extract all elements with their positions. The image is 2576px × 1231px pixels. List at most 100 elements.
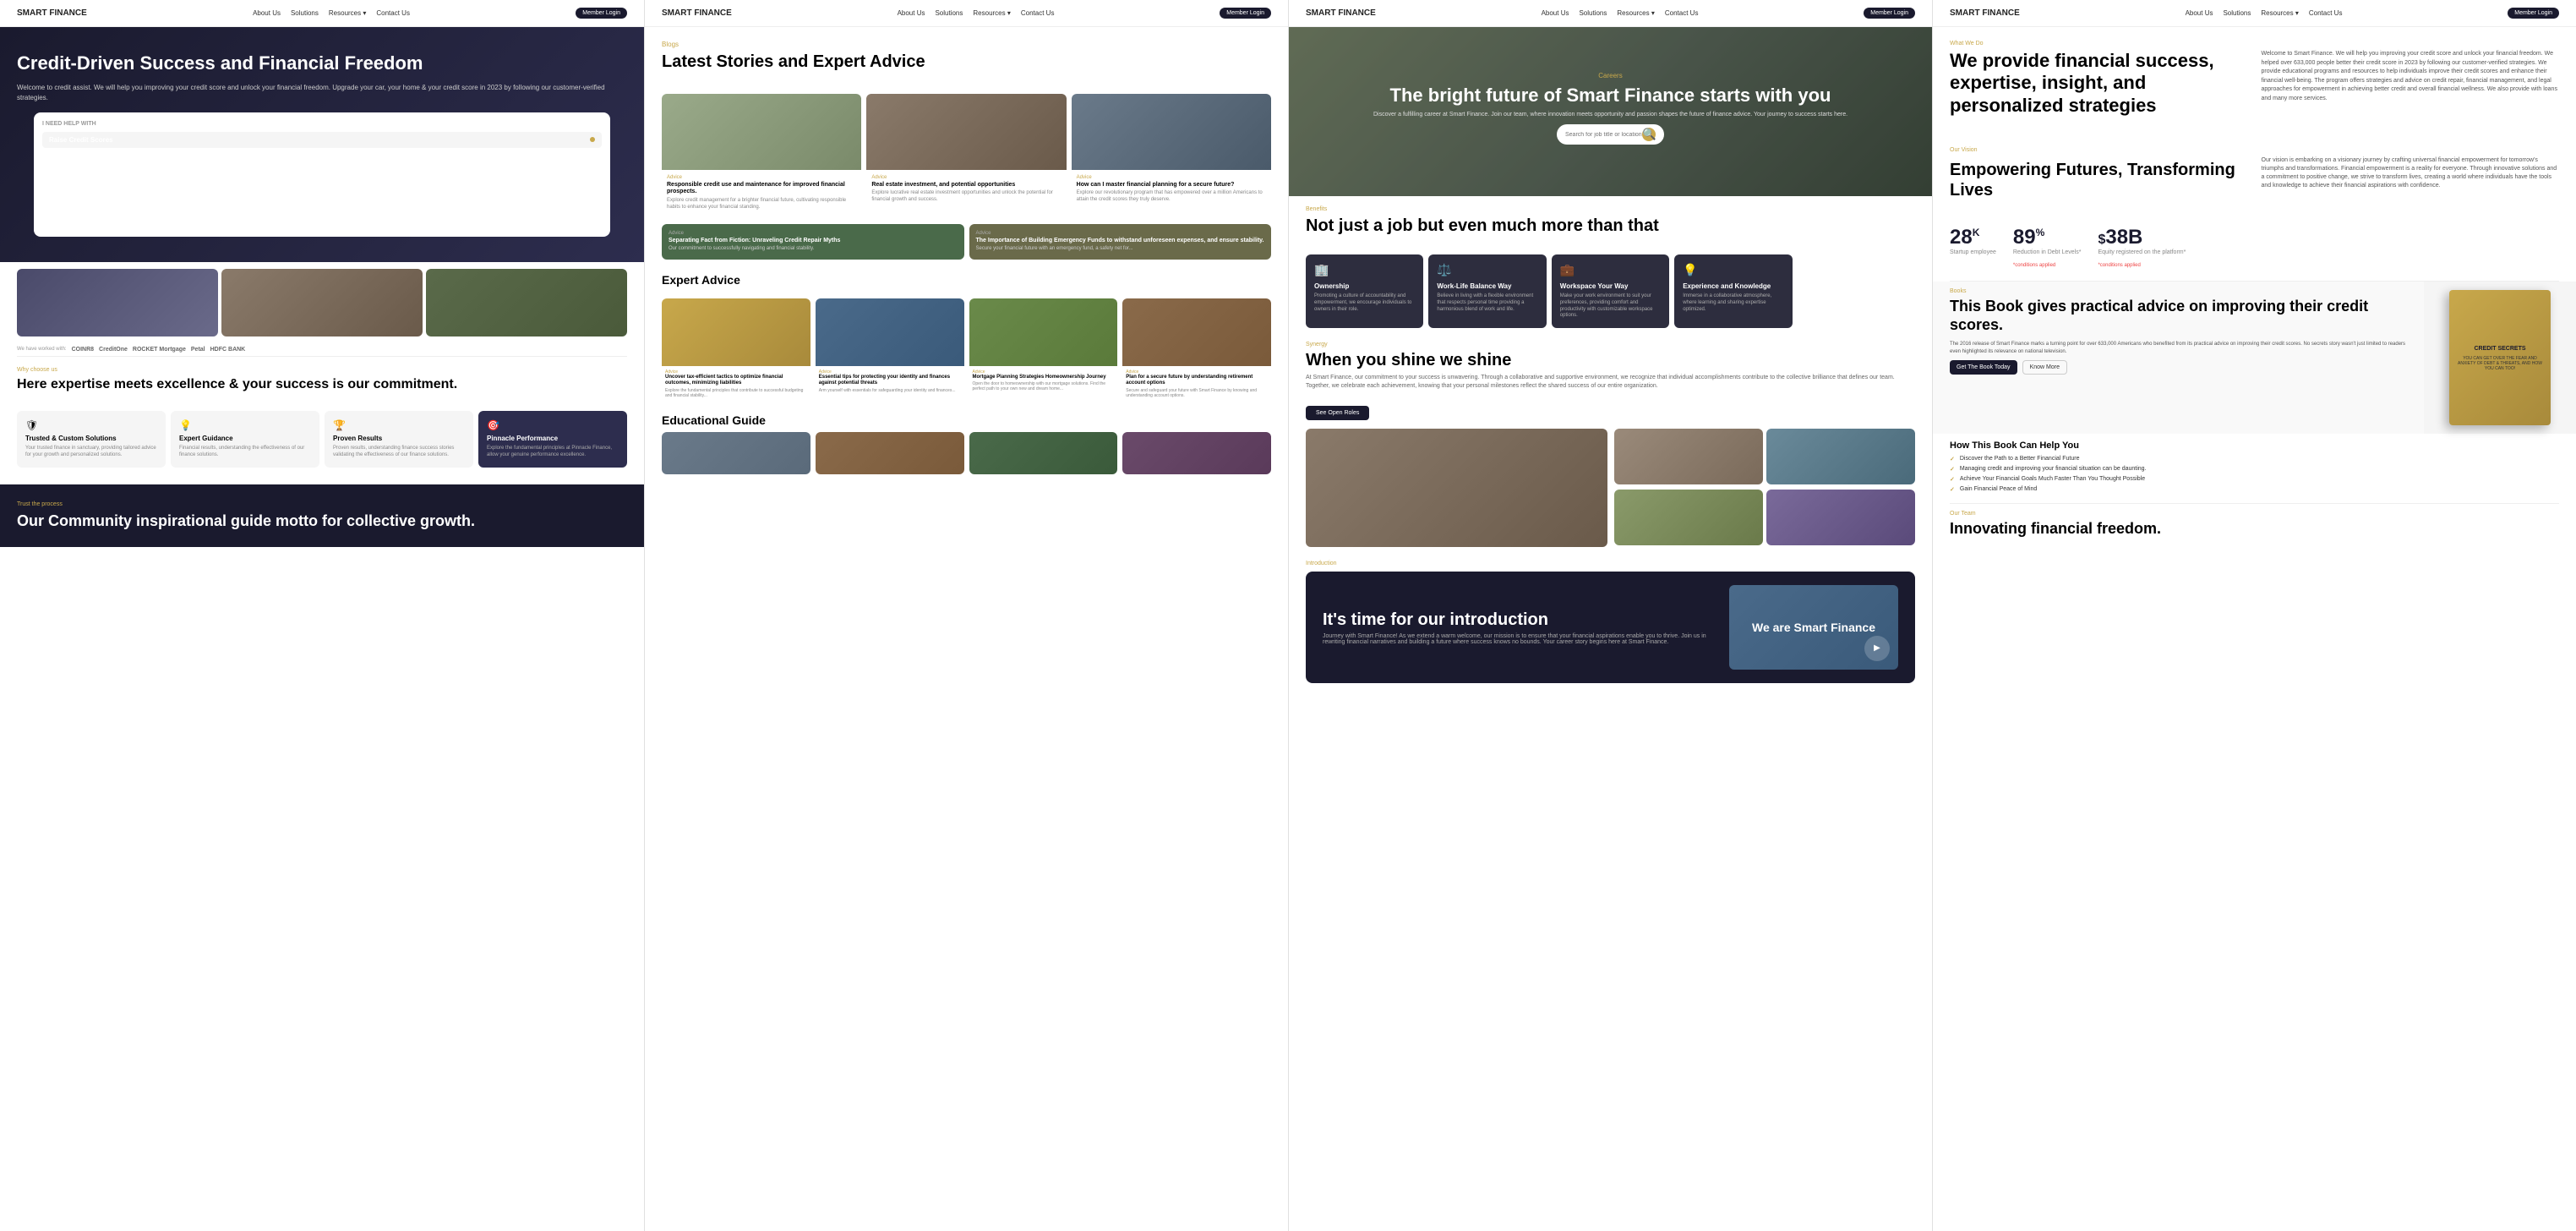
nav-contact-2[interactable]: Contact Us (1021, 9, 1055, 17)
worked-with-label: We have worked with: (17, 347, 67, 352)
synergy-tag: Synergy (1306, 342, 1915, 347)
p3-hero-overlay: Careers The bright future of Smart Finan… (1289, 27, 1932, 196)
menu-raise-credit[interactable]: Raise Credit Scores (42, 132, 602, 148)
intro-tag: Introduction (1306, 561, 1915, 566)
logo-3: SMART FINANCE (1306, 8, 1376, 18)
nav-resources-2[interactable]: Resources ▾ (973, 9, 1010, 17)
stat-equity-note: *conditions applied (2098, 263, 2140, 268)
job-search-input[interactable] (1565, 132, 1642, 138)
exp-desc-2: Arm yourself with essentials for safegua… (819, 388, 961, 393)
person-img-2 (221, 269, 423, 336)
book-cover-content: CREDIT SECRETS YOU CAN GET OVER THE FEAR… (2449, 338, 2551, 378)
nav-about-3[interactable]: About Us (1542, 9, 1569, 17)
what-we-do-content: We provide financial success, expertise,… (1950, 50, 2559, 123)
help-item-text-4: Gain Financial Peace of Mind (1960, 486, 2037, 492)
nav-contact-4[interactable]: Contact Us (2309, 9, 2343, 17)
blog-img-1 (662, 94, 861, 170)
nav-resources-1[interactable]: Resources ▾ (329, 9, 366, 17)
blog-desc-2: Explore lucrative real estate investment… (871, 190, 1061, 204)
nav-solutions-2[interactable]: Solutions (935, 9, 963, 17)
stat-employees-value: 28K (1950, 226, 1996, 249)
blog-img-2 (866, 94, 1066, 170)
synergy-title: When you shine we shine (1306, 351, 1915, 370)
menu-personal-loan[interactable]: Personal Loan (42, 212, 602, 228)
member-login-btn-4[interactable]: Member Login (2508, 8, 2559, 19)
nav-about-1[interactable]: About Us (253, 9, 281, 17)
books-title: This Book gives practical advice on impr… (1950, 298, 2407, 334)
nav-contact-3[interactable]: Contact Us (1665, 9, 1699, 17)
shield-icon: 🛡 (25, 419, 157, 431)
nav-solutions-4[interactable]: Solutions (2223, 9, 2251, 17)
card-desc-pinnacle: Explore the fundamental principles at Pi… (487, 446, 619, 459)
books-desc: The 2016 release of Smart Finance marks … (1950, 341, 2407, 355)
vision-title: Empowering Futures, Transforming Lives (1950, 160, 2248, 200)
exp-title-2: Essential tips for protecting your ident… (819, 375, 961, 386)
vision-content: Empowering Futures, Transforming Lives O… (1950, 156, 2559, 205)
synergy-content (1289, 429, 1932, 555)
menu-business-loan[interactable]: Business Loan (42, 196, 602, 212)
benefit-desc-2: Believe in living with a flexible enviro… (1437, 293, 1537, 313)
intro-desc: Journey with Smart Finance! As we extend… (1323, 633, 1721, 645)
community-title: Our Community inspirational guide motto … (17, 512, 627, 531)
menu-active-dot (590, 137, 595, 142)
benefit-title-3: Workspace Your Way (1560, 282, 1661, 290)
know-more-btn[interactable]: Know More (2022, 360, 2067, 375)
menu-auto-loan[interactable]: Auto Loan (42, 180, 602, 196)
synergy-img (1306, 429, 1607, 547)
intro-text: It's time for our introduction Journey w… (1323, 610, 1721, 645)
p1-hero-title: Credit-Driven Success and Financial Free… (17, 52, 627, 74)
help-item-text-2: Managing credit and improving your finan… (1960, 466, 2147, 472)
exp-card-3: Advice Mortgage Planning Strategies Home… (969, 298, 1118, 401)
benefit-desc-1: Promoting a culture of accountability an… (1314, 293, 1415, 313)
side-desc-1: Our commitment to successfully navigatin… (669, 246, 958, 253)
nav-resources-3[interactable]: Resources ▾ (1617, 9, 1654, 17)
play-btn[interactable]: ▶ (1864, 636, 1890, 661)
nav-contact-1[interactable]: Contact Us (376, 9, 410, 17)
menu-mortgage[interactable]: Get Mortgage (42, 164, 602, 180)
nav-resources-4[interactable]: Resources ▾ (2261, 9, 2298, 17)
blog-body-1: Advice Responsible credit use and mainte… (662, 170, 861, 216)
nav-solutions-1[interactable]: Solutions (291, 9, 319, 17)
nav-solutions-3[interactable]: Solutions (1579, 9, 1607, 17)
help-title: How This Book Can Help You (1950, 440, 2559, 451)
nav-about-4[interactable]: About Us (2186, 9, 2213, 17)
member-login-btn-2[interactable]: Member Login (1220, 8, 1271, 19)
search-submit-btn[interactable]: 🔍 (1642, 128, 1656, 141)
team-tag: Our Team (1950, 511, 2559, 517)
see-open-roles-btn[interactable]: See Open Roles (1306, 406, 1369, 420)
logo-2: SMART FINANCE (662, 8, 732, 18)
intro-title: It's time for our introduction (1323, 610, 1721, 630)
workspace-icon: 💼 (1560, 263, 1661, 277)
p3-hero-sub: Discover a fulfilling career at Smart Fi… (1340, 112, 1881, 118)
get-book-btn[interactable]: Get The Book Today (1950, 360, 2017, 375)
member-login-btn-3[interactable]: Member Login (1864, 8, 1915, 19)
lightbulb-icon: 💡 (179, 419, 311, 431)
blogs-section: Blogs Latest Stories and Expert Advice (645, 27, 1288, 94)
book-buttons: Get The Book Today Know More (1950, 360, 2407, 375)
p3-hero-img: Careers The bright future of Smart Finan… (1289, 27, 1932, 196)
nav-about-2[interactable]: About Us (898, 9, 925, 17)
team-title: Innovating financial freedom. (1950, 520, 2559, 538)
careers-tag: Careers (1598, 72, 1622, 79)
benefit-title-2: Work-Life Balance Way (1437, 282, 1537, 290)
benefits-title: Not just a job but even much more than t… (1306, 216, 1915, 236)
synergy-section: Synergy When you shine we shine At Smart… (1289, 328, 1932, 429)
side-cards: Advice Separating Fact from Fiction: Unr… (645, 224, 1288, 265)
exp-title-4: Plan for a secure future by understandin… (1126, 375, 1268, 386)
card-desc-trusted: Your trusted finance in sanctuary, provi… (25, 446, 157, 459)
benefit-card-3: 💼 Workspace Your Way Make your work envi… (1552, 254, 1669, 328)
nav-links-4: About Us Solutions Resources ▾ Contact U… (2186, 9, 2343, 17)
book-cover-sub: YOU CAN GET OVER THE FEAR AND ANXIETY OF… (2456, 356, 2544, 371)
logo-4: SMART FINANCE (1950, 8, 2020, 18)
blog-title-1: Responsible credit use and maintenance f… (667, 182, 856, 196)
p1-hero-desc: Welcome to credit assist. We will help y… (17, 83, 627, 101)
trust-tag: Trust the process (17, 501, 627, 507)
panel-3: SMART FINANCE About Us Solutions Resourc… (1288, 0, 1932, 1231)
member-login-btn-1[interactable]: Member Login (576, 8, 627, 19)
books-tag: Books (1950, 288, 2407, 294)
menu-credit-card[interactable]: Get Credit Card (42, 148, 602, 164)
side-badge-1: Advice (669, 231, 958, 236)
logo-creditone: CreditOne (99, 347, 128, 353)
blog-card-2: Advice Real estate investment, and poten… (866, 94, 1066, 216)
edu-card-2 (816, 432, 964, 474)
